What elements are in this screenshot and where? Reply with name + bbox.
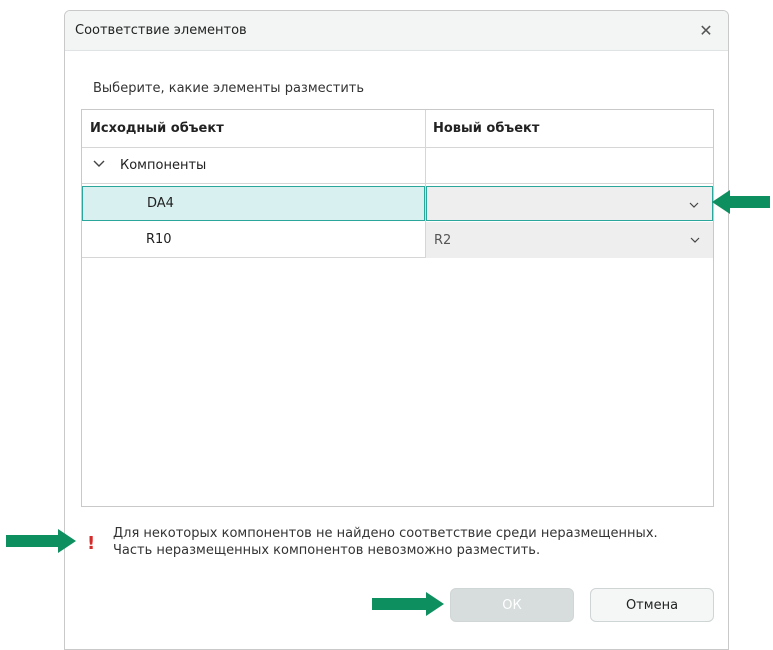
group-row-left: Компоненты (82, 148, 425, 184)
table-row[interactable]: DA4 (82, 186, 713, 221)
source-label: R10 (146, 232, 172, 247)
group-label: Компоненты (120, 158, 207, 173)
group-row-right (426, 148, 713, 184)
table-row[interactable]: R10 R2 (82, 222, 713, 258)
warning-line-1: Для некоторых компонентов не найдено соо… (113, 526, 658, 541)
mapping-grid: Исходный объект Новый объект Компоненты … (81, 109, 714, 507)
chevron-down-icon (690, 237, 700, 243)
annotation-arrow-right-icon (6, 529, 76, 553)
header-source[interactable]: Исходный объект (90, 121, 224, 136)
ok-button[interactable]: ОК (450, 588, 574, 622)
chevron-down-icon (689, 202, 699, 208)
warning-line-2: Часть неразмещенных компонентов невозмож… (113, 543, 541, 558)
source-cell-r10[interactable]: R10 (82, 222, 425, 258)
target-dropdown-r10[interactable]: R2 (426, 222, 713, 258)
source-label: DA4 (147, 196, 174, 211)
cancel-button[interactable]: Отмена (590, 588, 714, 622)
group-row-components[interactable]: Компоненты (82, 148, 713, 184)
warning-message: Для некоторых компонентов не найдено соо… (113, 525, 713, 559)
header-target[interactable]: Новый объект (433, 121, 539, 136)
close-icon[interactable]: ✕ (694, 19, 718, 43)
chevron-down-icon[interactable] (92, 157, 106, 171)
exclamation-icon: ! (87, 533, 96, 554)
grid-header: Исходный объект Новый объект (82, 110, 713, 148)
annotation-arrow-left-icon (712, 190, 770, 214)
dialog-title: Соответствие элементов (75, 23, 247, 38)
target-dropdown-da4[interactable] (426, 186, 713, 221)
dialog-subtitle: Выберите, какие элементы разместить (93, 81, 365, 96)
annotation-arrow-right-icon (372, 592, 444, 616)
source-cell-da4[interactable]: DA4 (82, 186, 425, 221)
match-elements-dialog: Соответствие элементов ✕ Выберите, какие… (64, 10, 729, 650)
dialog-titlebar: Соответствие элементов ✕ (65, 11, 728, 51)
target-value: R2 (434, 233, 452, 248)
